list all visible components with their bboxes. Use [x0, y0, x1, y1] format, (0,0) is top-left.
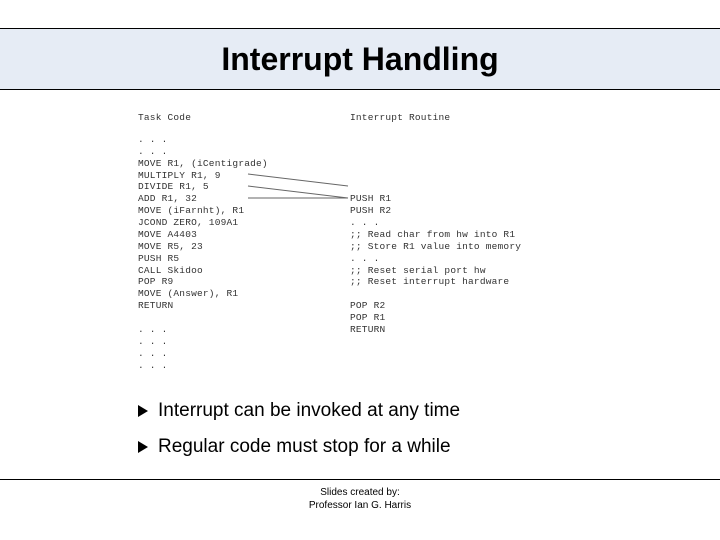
- interrupt-routine-column: Interrupt Routine PUSH R1 PUSH R2 . . . …: [350, 112, 521, 336]
- bullet-arrow-icon: [138, 405, 148, 417]
- footer-line2: Professor Ian G. Harris: [0, 499, 720, 512]
- bullet-arrow-icon: [138, 441, 148, 453]
- interrupt-routine-body: PUSH R1 PUSH R2 . . . ;; Read char from …: [350, 193, 521, 335]
- code-diagram: Task Code . . . . . . MOVE R1, (iCentigra…: [138, 112, 578, 382]
- bullet-item: Interrupt can be invoked at any time: [138, 400, 460, 422]
- bullet-text: Interrupt can be invoked at any time: [158, 400, 460, 422]
- task-code-header: Task Code: [138, 112, 268, 124]
- bullet-item: Regular code must stop for a while: [138, 436, 460, 458]
- slide: Interrupt Handling Task Code . . . . . . …: [0, 0, 720, 540]
- task-code-body: . . . . . . MOVE R1, (iCentigrade) MULTI…: [138, 134, 268, 371]
- bullet-text: Regular code must stop for a while: [158, 436, 451, 458]
- title-band: Interrupt Handling: [0, 28, 720, 90]
- footer: Slides created by: Professor Ian G. Harr…: [0, 479, 720, 512]
- slide-title: Interrupt Handling: [221, 41, 498, 78]
- interrupt-routine-header: Interrupt Routine: [350, 112, 521, 124]
- footer-line1: Slides created by:: [0, 486, 720, 499]
- bullet-list: Interrupt can be invoked at any time Reg…: [138, 400, 460, 472]
- interrupt-arrows: [248, 174, 358, 234]
